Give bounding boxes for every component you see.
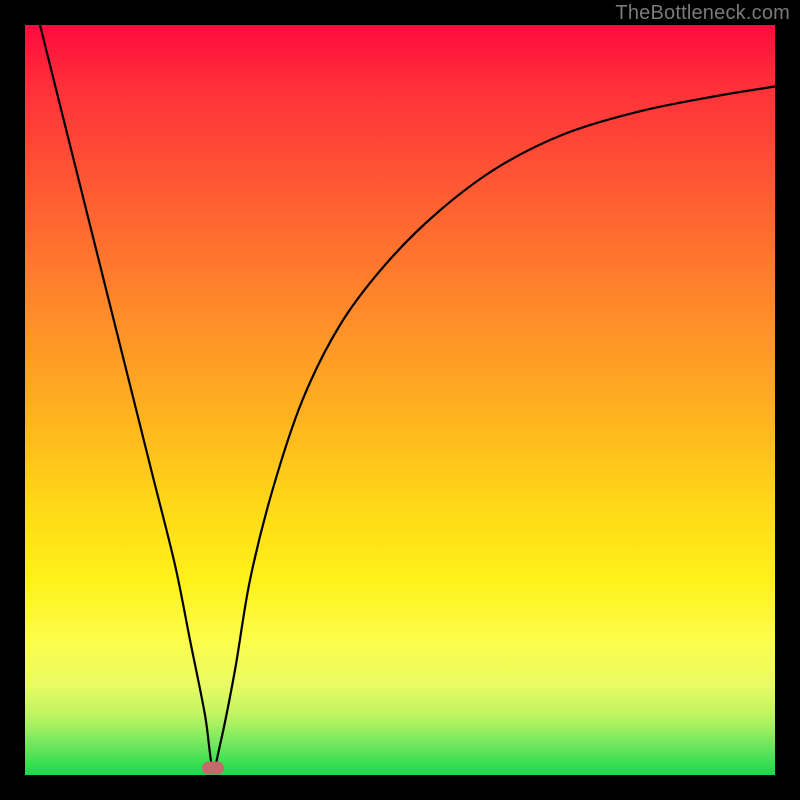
plot-area: [25, 25, 775, 775]
watermark-text: TheBottleneck.com: [615, 2, 790, 25]
bottleneck-curve: [40, 25, 775, 769]
chart-frame: TheBottleneck.com: [0, 0, 800, 800]
minimum-marker: [202, 761, 224, 774]
curve-svg: [25, 25, 775, 775]
